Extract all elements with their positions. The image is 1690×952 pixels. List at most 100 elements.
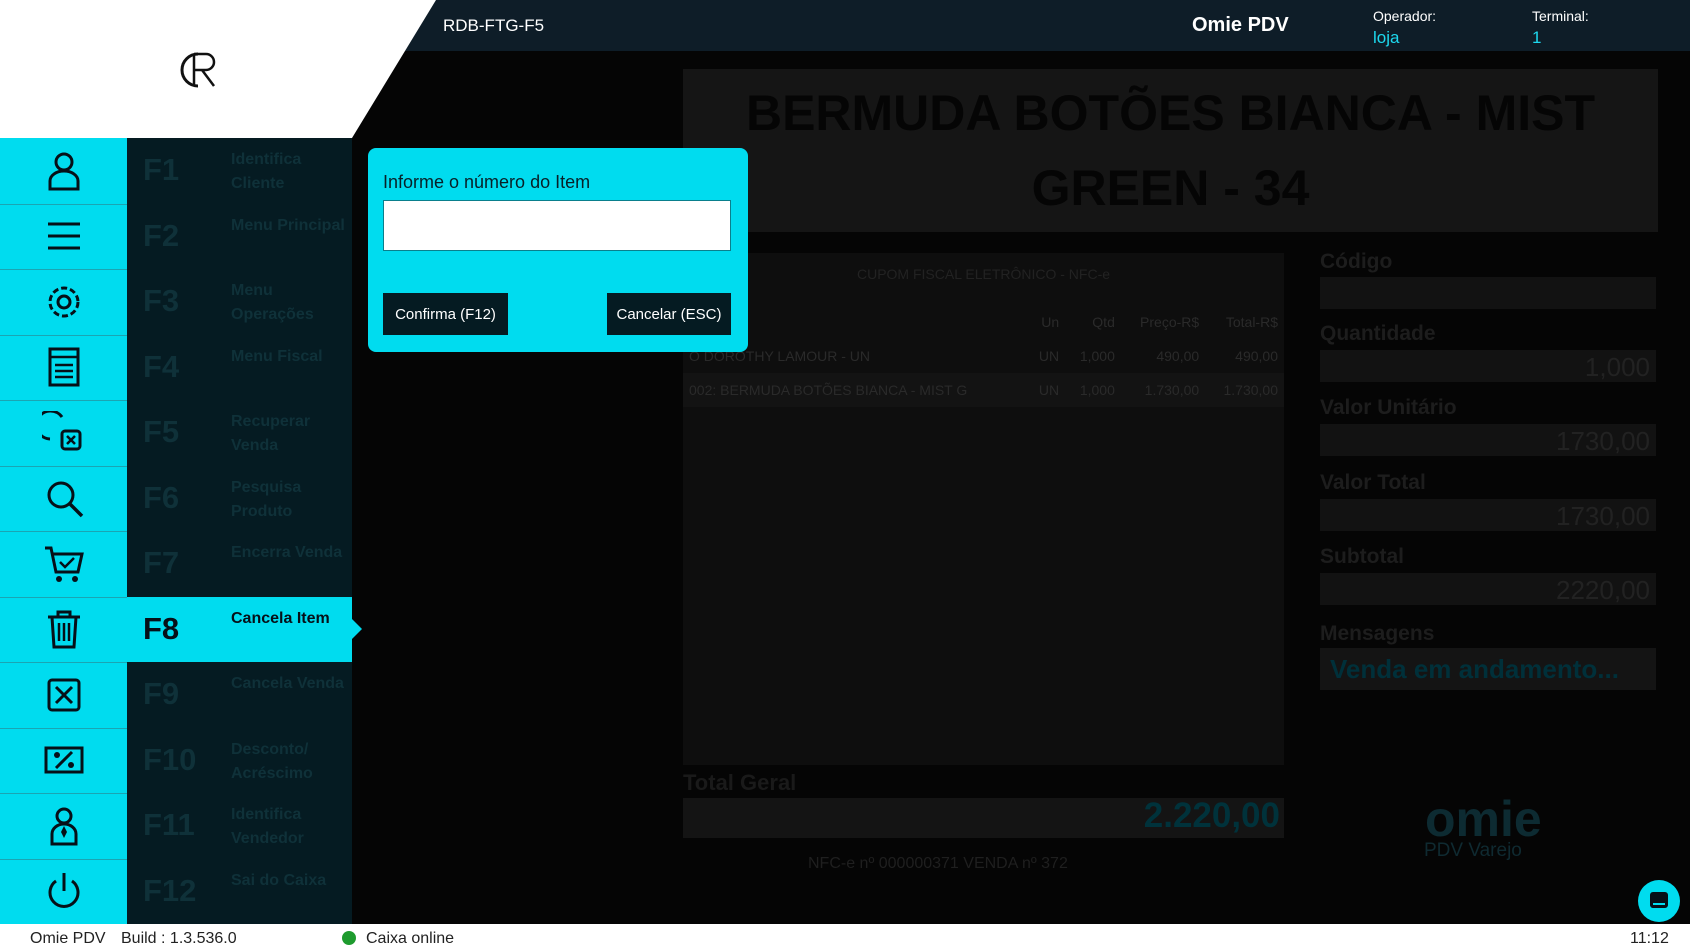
fkey-label: Identifica Cliente	[231, 151, 302, 192]
column-header: Un	[1041, 314, 1060, 330]
fkey-code: F12	[143, 872, 197, 908]
terminal-label: Terminal:	[1532, 8, 1589, 24]
subtotal-field: 2220,00	[1320, 573, 1656, 605]
fkey-f2[interactable]: F2 Menu Principal	[0, 203, 352, 270]
column-header: Total-R$	[1225, 314, 1278, 330]
fkey-code: F8	[143, 610, 180, 646]
online-status-icon	[342, 931, 356, 945]
valor-unitario-label: Valor Unitário	[1320, 396, 1457, 419]
fkey-code: F9	[143, 676, 180, 711]
valor-unitario-field: 1730,00	[1320, 424, 1656, 456]
fkey-f12[interactable]: F12 Sai do Caixa	[0, 858, 352, 925]
cancel-button[interactable]: Cancelar (ESC)	[607, 293, 731, 335]
valor-total-field: 1730,00	[1320, 499, 1656, 531]
function-key-sidebar: F1 Identifica Cliente F2 Menu Principal F3…	[0, 138, 362, 925]
fkey-code: F5	[143, 414, 180, 449]
recover-icon	[0, 400, 127, 467]
terminal-value: 1	[1532, 28, 1542, 47]
fkey-label: Identifica Vendedor	[231, 806, 304, 847]
item-unit: UN	[1038, 382, 1060, 398]
operator-value: loja	[1373, 28, 1400, 47]
quantidade-label: Quantidade	[1320, 322, 1436, 345]
operator-label: Operador:	[1373, 8, 1437, 24]
fkey-label: Encerra Venda	[231, 544, 343, 561]
store-logo	[180, 52, 216, 88]
fkey-label: Pesquisa Produto	[231, 478, 302, 520]
chat-button[interactable]	[1638, 880, 1680, 922]
cart-check-icon	[0, 531, 127, 598]
product-name-line2: GREEN - 34	[1031, 160, 1310, 216]
close-box-icon	[0, 662, 127, 729]
quantidade-field: 1,000	[1320, 350, 1656, 382]
fkey-f9[interactable]: F9 Cancela Venda	[0, 662, 352, 729]
column-header: Qtd	[1092, 314, 1115, 330]
mensagens-field: Venda em andamento...	[1320, 648, 1656, 690]
column-header: Preço-R$	[1140, 314, 1200, 330]
item-unit: UN	[1038, 348, 1060, 364]
fkey-label: Cancela Item	[231, 609, 330, 627]
mensagens-label: Mensagens	[1320, 622, 1435, 645]
footer-build: Build : 1.3.536.0	[121, 930, 237, 947]
valor-total-label: Valor Total	[1320, 471, 1426, 494]
fkey-code: F10	[143, 741, 197, 777]
fkey-label: Recuperar Venda	[231, 413, 311, 454]
footer-status: Caixa online	[366, 930, 455, 947]
total-value: 2.220,00	[1143, 796, 1280, 835]
item-total: 490,00	[1235, 348, 1278, 364]
power-icon	[0, 859, 127, 925]
fkey-label: Cancela Venda	[231, 675, 344, 692]
subtotal-label: Subtotal	[1320, 545, 1404, 568]
fkey-code: F1	[143, 152, 180, 187]
fkey-f10[interactable]: F10 Desconto/ Acréscimo	[0, 727, 352, 794]
fkey-label: Desconto/ Acréscimo	[231, 740, 313, 782]
item-number-input[interactable]	[383, 200, 731, 251]
fkey-f1[interactable]: F1 Identifica Cliente	[0, 138, 352, 205]
footer-app-name: Omie PDV	[30, 930, 106, 947]
brand-subtitle: PDV Varejo	[1424, 840, 1522, 861]
fkey-code: F2	[143, 217, 180, 253]
nfce-info: NFC-e nº 000000371 VENDA nº 372	[808, 855, 1068, 872]
fkey-label: Menu Fiscal	[231, 347, 323, 365]
fkey-f8[interactable]: F8 Cancela Item	[0, 596, 362, 663]
confirm-button[interactable]: Confirma (F12)	[383, 293, 508, 335]
fkey-f5[interactable]: F5 Recuperar Venda	[0, 400, 352, 467]
item-qty: 1,000	[1079, 348, 1115, 364]
menu-icon	[0, 204, 127, 270]
fkey-f3[interactable]: F3 Menu Operações	[0, 269, 352, 336]
footer-time: 11:12	[1630, 930, 1669, 947]
product-name-line1: BERMUDA BOTÕES BIANCA - MIST	[745, 85, 1596, 141]
receipt-icon	[0, 335, 127, 401]
fkey-f7[interactable]: F7 Encerra Venda	[0, 531, 352, 598]
seller-icon	[0, 793, 127, 860]
fkey-f4[interactable]: F4 Menu Fiscal	[0, 334, 352, 401]
fkey-code: F11	[143, 807, 195, 842]
trash-icon	[0, 597, 127, 663]
table-row[interactable]: O DOROTHY LAMOUR - UN UN 1,000 490,00 49…	[683, 339, 1284, 373]
receipt-title: CUPOM FISCAL ELETRÔNICO - NFC-e	[856, 266, 1111, 282]
item-price: 1.730,00	[1144, 382, 1200, 398]
fkey-f11[interactable]: F11 Identifica Vendedor	[0, 793, 352, 860]
fkey-f6[interactable]: F6 Pesquisa Produto	[0, 465, 352, 532]
fkey-label: Menu Operações	[231, 282, 314, 323]
item-description: 002: BERMUDA BOTÕES BIANCA - MIST G	[689, 382, 968, 398]
chat-icon	[1650, 892, 1668, 908]
product-name-banner: BERMUDA BOTÕES BIANCA - MIST GREEN - 34	[683, 69, 1658, 232]
search-icon	[0, 466, 127, 532]
fkey-label: Sai do Caixa	[231, 871, 327, 889]
total-label: Total Geral	[683, 770, 797, 795]
item-total: 1.730,00	[1223, 382, 1279, 398]
codigo-field[interactable]	[1320, 277, 1656, 309]
receipt-items-table: crição Un Qtd Preço-R$ Total-R$ O DOROTH…	[683, 305, 1284, 407]
dialog-prompt: Informe o número do Item	[383, 172, 591, 192]
status-bar	[0, 924, 1690, 952]
fkey-code: F4	[143, 348, 180, 384]
fkey-code: F3	[143, 283, 180, 318]
table-row[interactable]: 002: BERMUDA BOTÕES BIANCA - MIST G UN 1…	[683, 373, 1284, 407]
table-header-row: crição Un Qtd Preço-R$ Total-R$	[683, 305, 1284, 339]
fkey-code: F6	[143, 479, 180, 515]
codigo-label: Código	[1320, 250, 1393, 273]
store-code: RDB-FTG-F5	[443, 16, 545, 35]
gear-icon	[0, 269, 127, 336]
user-icon	[0, 138, 127, 205]
app-title: Omie PDV	[1192, 14, 1289, 36]
